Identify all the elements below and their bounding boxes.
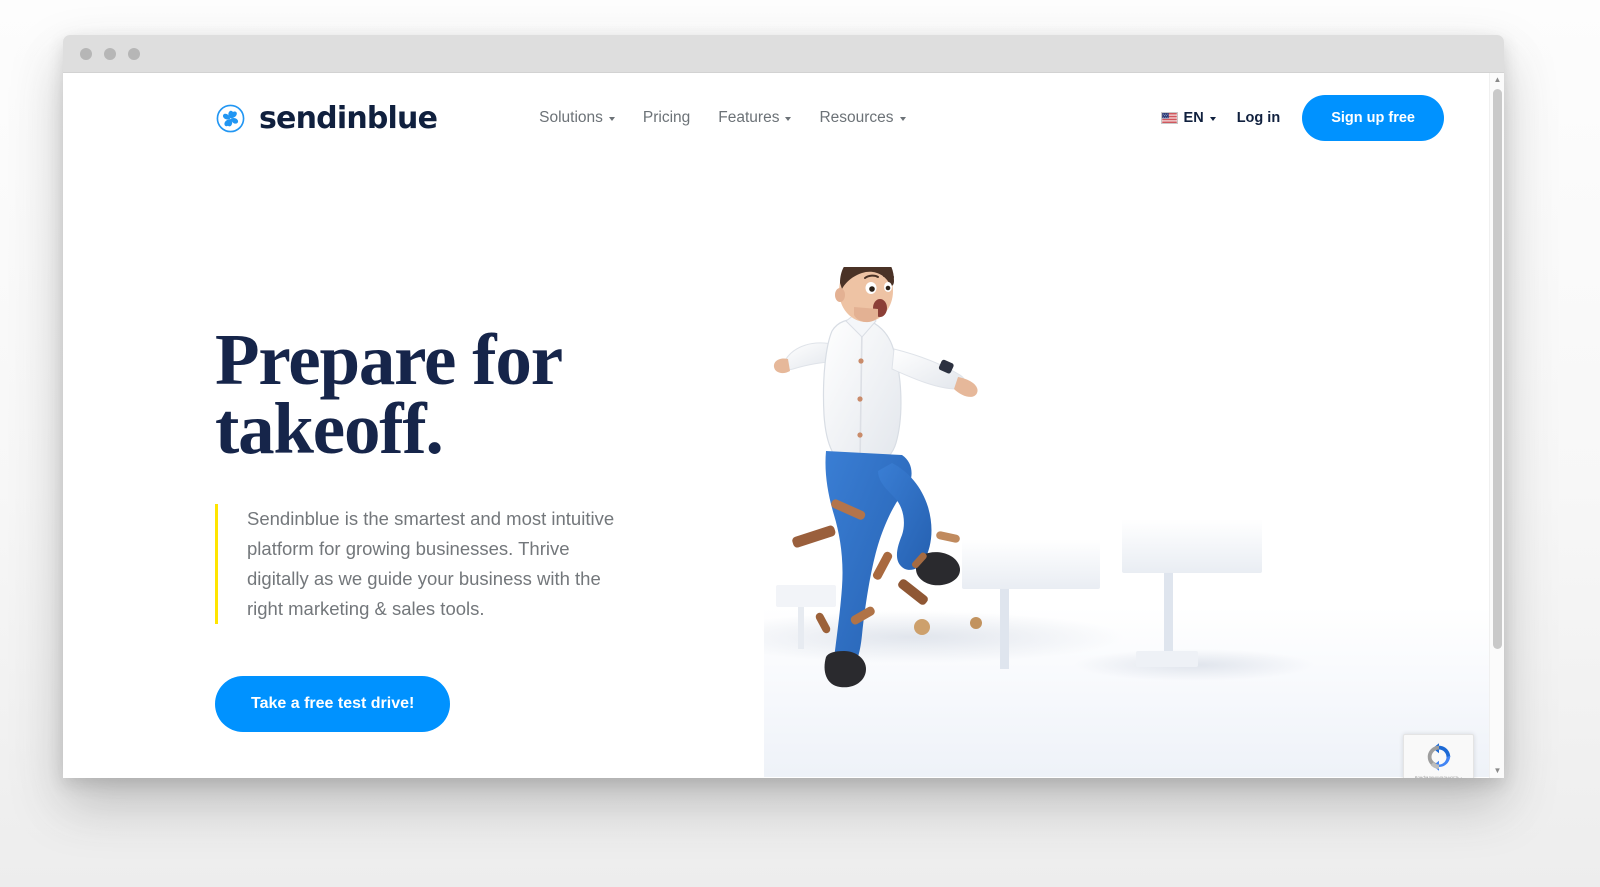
nav-item-resources[interactable]: Resources	[819, 109, 906, 127]
desktop-background: sendinblue Solutions Pricing Features Re…	[0, 0, 1600, 887]
site-header: sendinblue Solutions Pricing Features Re…	[63, 73, 1504, 163]
hero-description: Sendinblue is the smartest and most intu…	[215, 503, 615, 625]
nav-label-resources: Resources	[819, 109, 894, 126]
chevron-down-icon	[608, 117, 615, 121]
nav-label-solutions: Solutions	[539, 109, 603, 126]
signup-free-button[interactable]: Sign up free	[1302, 95, 1444, 141]
recaptcha-legal-text: Конфиденциальность - Условия использован…	[1414, 775, 1463, 778]
site-logo[interactable]: sendinblue	[215, 100, 438, 136]
nav-item-solutions[interactable]: Solutions	[539, 109, 615, 127]
language-label: EN	[1183, 110, 1204, 126]
nav-label-pricing: Pricing	[642, 109, 691, 126]
us-flag-icon	[1160, 112, 1178, 124]
hero-section: Prepare for takeoff. Sendinblue is the s…	[63, 163, 1504, 778]
nav-label-features: Features	[718, 109, 780, 126]
nav-item-features[interactable]: Features	[718, 109, 792, 127]
chevron-down-icon	[1209, 117, 1216, 121]
hero-headline: Prepare for takeoff.	[215, 319, 562, 470]
scroll-down-arrow-icon[interactable]: ▼	[1490, 764, 1504, 778]
browser-title-bar	[63, 35, 1504, 73]
browser-window: sendinblue Solutions Pricing Features Re…	[63, 35, 1504, 778]
logo-wordmark: sendinblue	[259, 100, 438, 136]
recaptcha-badge[interactable]: Конфиденциальность - Условия использован…	[1403, 734, 1474, 778]
minimize-window-button[interactable]	[104, 47, 116, 60]
sendinblue-pinwheel-icon	[215, 103, 246, 134]
nav-item-pricing[interactable]: Pricing	[643, 109, 690, 127]
page-scrollbar[interactable]: ▲ ▼	[1489, 73, 1504, 778]
take-free-test-drive-button[interactable]: Take a free test drive!	[215, 676, 451, 733]
header-actions: EN Log in Sign up free	[1160, 95, 1444, 141]
scrollbar-thumb[interactable]	[1493, 89, 1502, 649]
page-viewport: sendinblue Solutions Pricing Features Re…	[63, 73, 1504, 778]
login-link[interactable]: Log in	[1237, 110, 1281, 126]
language-switcher[interactable]: EN	[1160, 110, 1216, 126]
recaptcha-arrows-icon	[1424, 742, 1454, 772]
close-window-button[interactable]	[80, 47, 92, 60]
main-navigation: Solutions Pricing Features Resources	[539, 109, 906, 127]
chevron-down-icon	[785, 117, 792, 121]
chevron-down-icon	[899, 117, 906, 121]
hero-copy: Prepare for takeoff. Sendinblue is the s…	[215, 319, 775, 733]
zoom-window-button[interactable]	[128, 47, 140, 60]
scroll-up-arrow-icon[interactable]: ▲	[1490, 73, 1504, 87]
hero-illustration	[764, 267, 1504, 777]
